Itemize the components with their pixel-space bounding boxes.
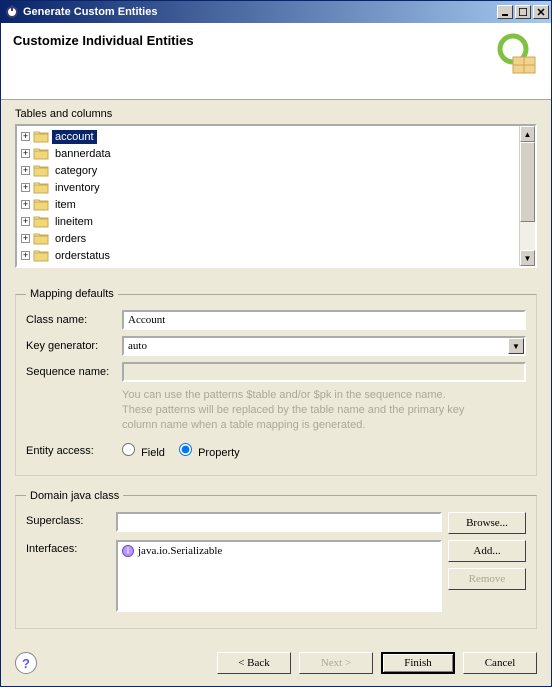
tables-tree[interactable]: + account + bannerdata + category + inventory + i… xyxy=(15,124,537,268)
tree-item-label: bannerdata xyxy=(52,147,114,161)
folder-icon xyxy=(33,215,49,228)
expander-icon[interactable]: + xyxy=(21,234,30,243)
interfaces-label: Interfaces: xyxy=(26,540,116,555)
expander-icon[interactable]: + xyxy=(21,217,30,226)
window-title: Generate Custom Entities xyxy=(19,6,497,18)
scroll-up-button[interactable]: ▲ xyxy=(520,126,535,142)
key-generator-value: auto xyxy=(128,340,147,352)
app-icon xyxy=(5,5,19,19)
tables-label: Tables and columns xyxy=(15,108,537,120)
folder-icon xyxy=(33,147,49,160)
mapping-defaults-group: Mapping defaults Class name: Key generat… xyxy=(15,288,537,476)
key-generator-select[interactable]: auto ▼ xyxy=(122,336,526,356)
cancel-button[interactable]: Cancel xyxy=(463,652,537,674)
tree-item-label: inventory xyxy=(52,181,103,195)
entity-access-label: Entity access: xyxy=(26,445,116,457)
add-button[interactable]: Add... xyxy=(448,540,526,562)
tree-item-label: orders xyxy=(52,232,89,246)
domain-legend: Domain java class xyxy=(26,490,123,502)
tree-item[interactable]: + category xyxy=(17,162,519,179)
sequence-name-label: Sequence name: xyxy=(26,366,116,378)
mapping-legend: Mapping defaults xyxy=(26,288,118,300)
tree-item[interactable]: + bannerdata xyxy=(17,145,519,162)
scroll-thumb[interactable] xyxy=(520,142,535,222)
expander-icon[interactable]: + xyxy=(21,183,30,192)
class-name-label: Class name: xyxy=(26,314,116,326)
scroll-down-button[interactable]: ▼ xyxy=(520,250,535,266)
class-name-input[interactable] xyxy=(122,310,526,330)
expander-icon[interactable]: + xyxy=(21,149,30,158)
expander-icon[interactable]: + xyxy=(21,251,30,260)
banner-logo-icon xyxy=(491,33,539,77)
tree-item[interactable]: + inventory xyxy=(17,179,519,196)
tree-item[interactable]: + account xyxy=(17,128,519,145)
tree-item[interactable]: + orders xyxy=(17,230,519,247)
wizard-button-bar: ? < Back Next > Finish Cancel xyxy=(1,642,551,686)
next-button: Next > xyxy=(299,652,373,674)
folder-icon xyxy=(33,232,49,245)
expander-icon[interactable]: + xyxy=(21,200,30,209)
key-generator-label: Key generator: xyxy=(26,340,116,352)
maximize-button[interactable] xyxy=(515,5,531,19)
superclass-input[interactable] xyxy=(116,512,442,532)
list-item[interactable]: I java.io.Serializable xyxy=(122,544,436,558)
browse-button[interactable]: Browse... xyxy=(448,512,526,534)
scrollbar[interactable]: ▲ ▼ xyxy=(519,126,535,266)
folder-icon xyxy=(33,181,49,194)
chevron-down-icon[interactable]: ▼ xyxy=(508,338,524,354)
tree-item-label: category xyxy=(52,164,100,178)
close-button[interactable] xyxy=(533,5,549,19)
tree-item-label: lineitem xyxy=(52,215,96,229)
folder-icon xyxy=(33,249,49,262)
finish-button[interactable]: Finish xyxy=(381,652,455,674)
tree-item[interactable]: + orderstatus xyxy=(17,247,519,264)
radio-field[interactable]: Field xyxy=(122,443,165,459)
sequence-hint: You can use the patterns $table and/or $… xyxy=(26,388,526,433)
tree-item-label: account xyxy=(52,130,97,144)
tree-item-label: item xyxy=(52,198,79,212)
folder-icon xyxy=(33,130,49,143)
tree-item-label: orderstatus xyxy=(52,249,113,263)
remove-button: Remove xyxy=(448,568,526,590)
minimize-button[interactable] xyxy=(497,5,513,19)
banner: Customize Individual Entities xyxy=(1,23,551,100)
tree-item[interactable]: + lineitem xyxy=(17,213,519,230)
tree-item[interactable]: + item xyxy=(17,196,519,213)
help-button[interactable]: ? xyxy=(15,652,37,674)
superclass-label: Superclass: xyxy=(26,512,116,527)
interfaces-list[interactable]: I java.io.Serializable xyxy=(116,540,442,612)
radio-property[interactable]: Property xyxy=(179,443,240,459)
dialog-window: Generate Custom Entities Customize Indiv… xyxy=(0,0,552,687)
expander-icon[interactable]: + xyxy=(21,166,30,175)
folder-icon xyxy=(33,198,49,211)
titlebar[interactable]: Generate Custom Entities xyxy=(1,1,551,23)
sequence-name-input xyxy=(122,362,526,382)
folder-icon xyxy=(33,164,49,177)
banner-title: Customize Individual Entities xyxy=(13,33,491,48)
expander-icon[interactable]: + xyxy=(21,132,30,141)
interface-icon: I xyxy=(122,545,134,557)
back-button[interactable]: < Back xyxy=(217,652,291,674)
domain-java-class-group: Domain java class Superclass: Browse... … xyxy=(15,490,537,629)
